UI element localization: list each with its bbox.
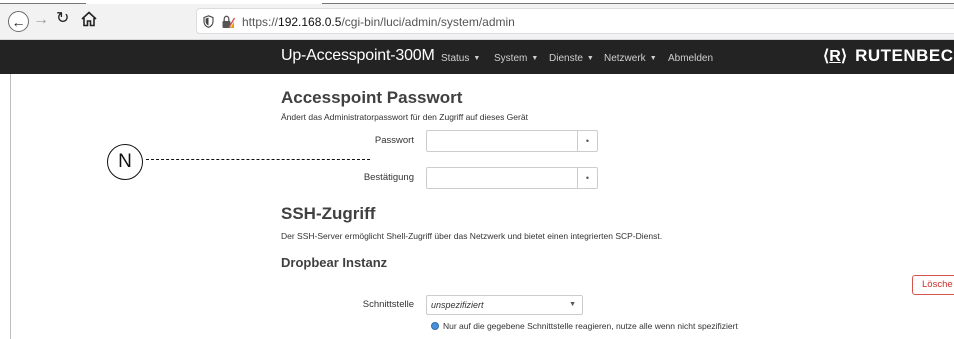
delete-button[interactable]: Lösche	[912, 275, 954, 295]
caret-down-icon: ▼	[649, 55, 657, 62]
arrow-right-icon: →	[33, 11, 49, 28]
menu-dienste[interactable]: Dienste ▼	[549, 53, 594, 64]
logo-mark: ⟨R⟩	[823, 48, 848, 65]
brand-title[interactable]: Up-Accesspoint-300M	[281, 47, 435, 65]
section-description-password: Ändert das Administratorpasswort für den…	[281, 112, 528, 122]
caret-down-icon: ▼	[473, 55, 481, 62]
shield-icon[interactable]	[203, 15, 214, 28]
section-title-ssh: SSH-Zugriff	[281, 204, 376, 223]
reveal-password-button[interactable]: •	[577, 131, 597, 151]
callout-leader-line	[146, 159, 370, 160]
reload-button[interactable]: ↻	[56, 11, 69, 27]
section-title-password: Accesspoint Passwort	[281, 88, 463, 107]
password-field[interactable]: •	[426, 130, 598, 152]
insecure-lock-icon[interactable]	[221, 15, 235, 29]
address-bar[interactable]: https://192.168.0.5/cgi-bin/luci/admin/s…	[196, 8, 954, 34]
menu-abmelden[interactable]: Abmelden	[668, 53, 713, 64]
info-icon	[431, 322, 439, 330]
screen: ← → ↻ https://192.168.0.5/cgi-bin/luci/a…	[0, 0, 954, 339]
reload-icon: ↻	[56, 10, 70, 27]
home-icon	[81, 11, 97, 27]
menu-status[interactable]: Status ▼	[441, 53, 480, 64]
browser-toolbar: ← → ↻ https://192.168.0.5/cgi-bin/luci/a…	[0, 0, 954, 40]
reveal-confirm-button[interactable]: •	[577, 168, 597, 188]
app-header: Up-Accesspoint-300M Status ▼ System ▼ Dien…	[0, 40, 954, 74]
confirm-label: Bestätigung	[363, 172, 414, 183]
menu-netzwerk[interactable]: Netzwerk ▼	[604, 53, 657, 64]
caret-down-icon: ▼	[586, 55, 594, 62]
page-left-edge	[10, 74, 11, 339]
subsection-title-dropbear: Dropbear Instanz	[281, 255, 388, 270]
interface-label: Schnittstelle	[362, 299, 414, 310]
rutenbeck-logo: ⟨R⟩ RUTENBEC	[823, 46, 954, 65]
chevron-down-icon: ▼	[569, 301, 576, 308]
forward-button[interactable]: →	[33, 12, 49, 28]
interface-select[interactable]: unspezifiziert ▼	[426, 295, 583, 315]
caret-down-icon: ▼	[531, 55, 539, 62]
interface-select-value: unspezifiziert	[431, 300, 484, 310]
password-label: Passwort	[374, 135, 414, 146]
url-text: https://192.168.0.5/cgi-bin/luci/admin/s…	[242, 15, 515, 29]
back-button[interactable]: ←	[8, 11, 29, 32]
interface-hint: Nur auf die gegebene Schnittstelle reagi…	[431, 321, 738, 331]
callout-marker: N	[107, 144, 143, 180]
section-description-ssh: Der SSH-Server ermöglicht Shell-Zugriff …	[281, 231, 663, 241]
confirm-password-field[interactable]: •	[426, 167, 598, 189]
menu-system[interactable]: System ▼	[494, 53, 538, 64]
arrow-left-icon: ←	[11, 13, 26, 30]
home-button[interactable]	[80, 10, 98, 28]
